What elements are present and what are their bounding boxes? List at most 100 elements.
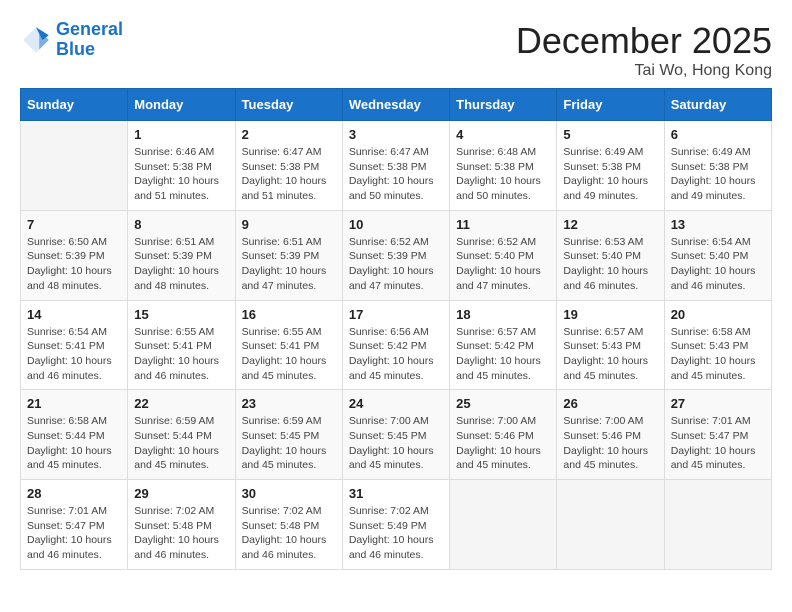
day-info: Sunrise: 6:54 AMSunset: 5:40 PMDaylight:… (671, 235, 765, 294)
calendar-cell: 28Sunrise: 7:01 AMSunset: 5:47 PMDayligh… (21, 480, 128, 570)
day-info: Sunrise: 6:46 AMSunset: 5:38 PMDaylight:… (134, 145, 228, 204)
day-number: 30 (242, 486, 336, 501)
logo-text: General Blue (56, 20, 123, 60)
day-info: Sunrise: 6:55 AMSunset: 5:41 PMDaylight:… (134, 325, 228, 384)
calendar-cell (664, 480, 771, 570)
day-info: Sunrise: 6:52 AMSunset: 5:40 PMDaylight:… (456, 235, 550, 294)
day-info: Sunrise: 6:57 AMSunset: 5:42 PMDaylight:… (456, 325, 550, 384)
calendar-cell: 5 Sunrise: 6:49 AMSunset: 5:38 PMDaylight… (557, 121, 664, 211)
day-number: 26 (563, 396, 657, 411)
calendar-body: 1 Sunrise: 6:46 AMSunset: 5:38 PMDaylight… (21, 121, 772, 570)
day-info: Sunrise: 6:51 AMSunset: 5:39 PMDaylight:… (242, 235, 336, 294)
calendar-cell: 13 Sunrise: 6:54 AMSunset: 5:40 PMDayligh… (664, 210, 771, 300)
calendar-cell: 17 Sunrise: 6:56 AMSunset: 5:42 PMDayligh… (342, 300, 449, 390)
day-info: Sunrise: 6:59 AMSunset: 5:44 PMDaylight:… (134, 414, 228, 473)
day-info: Sunrise: 7:00 AMSunset: 5:46 PMDaylight:… (456, 414, 550, 473)
day-info: Sunrise: 7:01 AMSunset: 5:47 PMDaylight:… (27, 504, 121, 563)
calendar-cell: 16 Sunrise: 6:55 AMSunset: 5:41 PMDayligh… (235, 300, 342, 390)
col-friday: Friday (557, 89, 664, 121)
day-info: Sunrise: 6:57 AMSunset: 5:43 PMDaylight:… (563, 325, 657, 384)
day-info: Sunrise: 7:02 AMSunset: 5:48 PMDaylight:… (134, 504, 228, 563)
calendar-cell (557, 480, 664, 570)
logo-icon (20, 24, 52, 56)
calendar-header: Sunday Monday Tuesday Wednesday Thursday… (21, 89, 772, 121)
calendar-cell: 11Sunrise: 6:52 AMSunset: 5:40 PMDayligh… (450, 210, 557, 300)
location-title: Tai Wo, Hong Kong (516, 62, 772, 80)
header-row: Sunday Monday Tuesday Wednesday Thursday… (21, 89, 772, 121)
calendar-cell: 20Sunrise: 6:58 AMSunset: 5:43 PMDayligh… (664, 300, 771, 390)
day-info: Sunrise: 6:54 AMSunset: 5:41 PMDaylight:… (27, 325, 121, 384)
week-row-4: 21 Sunrise: 6:58 AMSunset: 5:44 PMDayligh… (21, 390, 772, 480)
day-info: Sunrise: 6:58 AMSunset: 5:44 PMDaylight:… (27, 414, 121, 473)
day-number: 27 (671, 396, 765, 411)
calendar-cell: 19Sunrise: 6:57 AMSunset: 5:43 PMDayligh… (557, 300, 664, 390)
day-number: 13 (671, 217, 765, 232)
week-row-5: 28Sunrise: 7:01 AMSunset: 5:47 PMDayligh… (21, 480, 772, 570)
month-title: December 2025 (516, 20, 772, 62)
calendar-cell: 6Sunrise: 6:49 AMSunset: 5:38 PMDaylight… (664, 121, 771, 211)
calendar-table: Sunday Monday Tuesday Wednesday Thursday… (20, 88, 772, 570)
day-number: 4 (456, 127, 550, 142)
day-number: 2 (242, 127, 336, 142)
day-info: Sunrise: 7:00 AMSunset: 5:46 PMDaylight:… (563, 414, 657, 473)
day-info: Sunrise: 6:56 AMSunset: 5:42 PMDaylight:… (349, 325, 443, 384)
calendar-cell: 3 Sunrise: 6:47 AMSunset: 5:38 PMDaylight… (342, 121, 449, 211)
col-monday: Monday (128, 89, 235, 121)
day-number: 24 (349, 396, 443, 411)
day-number: 1 (134, 127, 228, 142)
day-info: Sunrise: 6:47 AMSunset: 5:38 PMDaylight:… (242, 145, 336, 204)
calendar-cell: 27 Sunrise: 7:01 AMSunset: 5:47 PMDayligh… (664, 390, 771, 480)
day-number: 29 (134, 486, 228, 501)
day-number: 16 (242, 307, 336, 322)
calendar-cell: 14 Sunrise: 6:54 AMSunset: 5:41 PMDayligh… (21, 300, 128, 390)
day-number: 17 (349, 307, 443, 322)
title-area: December 2025 Tai Wo, Hong Kong (516, 20, 772, 80)
calendar-cell: 2 Sunrise: 6:47 AMSunset: 5:38 PMDaylight… (235, 121, 342, 211)
day-info: Sunrise: 6:59 AMSunset: 5:45 PMDaylight:… (242, 414, 336, 473)
day-number: 21 (27, 396, 121, 411)
col-tuesday: Tuesday (235, 89, 342, 121)
calendar-cell: 31 Sunrise: 7:02 AMSunset: 5:49 PMDayligh… (342, 480, 449, 570)
calendar-cell: 9 Sunrise: 6:51 AMSunset: 5:39 PMDaylight… (235, 210, 342, 300)
calendar-cell: 23 Sunrise: 6:59 AMSunset: 5:45 PMDayligh… (235, 390, 342, 480)
col-saturday: Saturday (664, 89, 771, 121)
day-info: Sunrise: 6:53 AMSunset: 5:40 PMDaylight:… (563, 235, 657, 294)
calendar-cell: 4Sunrise: 6:48 AMSunset: 5:38 PMDaylight… (450, 121, 557, 211)
calendar-cell: 1 Sunrise: 6:46 AMSunset: 5:38 PMDaylight… (128, 121, 235, 211)
calendar-cell: 15 Sunrise: 6:55 AMSunset: 5:41 PMDayligh… (128, 300, 235, 390)
day-info: Sunrise: 6:49 AMSunset: 5:38 PMDaylight:… (671, 145, 765, 204)
day-number: 7 (27, 217, 121, 232)
col-thursday: Thursday (450, 89, 557, 121)
calendar-cell: 12Sunrise: 6:53 AMSunset: 5:40 PMDayligh… (557, 210, 664, 300)
calendar-cell: 8Sunrise: 6:51 AMSunset: 5:39 PMDaylight… (128, 210, 235, 300)
day-number: 25 (456, 396, 550, 411)
day-number: 9 (242, 217, 336, 232)
day-info: Sunrise: 7:02 AMSunset: 5:48 PMDaylight:… (242, 504, 336, 563)
logo-line2: Blue (56, 39, 95, 59)
day-info: Sunrise: 6:47 AMSunset: 5:38 PMDaylight:… (349, 145, 443, 204)
day-number: 15 (134, 307, 228, 322)
day-info: Sunrise: 6:55 AMSunset: 5:41 PMDaylight:… (242, 325, 336, 384)
day-info: Sunrise: 7:01 AMSunset: 5:47 PMDaylight:… (671, 414, 765, 473)
day-info: Sunrise: 7:02 AMSunset: 5:49 PMDaylight:… (349, 504, 443, 563)
calendar-cell: 21 Sunrise: 6:58 AMSunset: 5:44 PMDayligh… (21, 390, 128, 480)
day-info: Sunrise: 6:49 AMSunset: 5:38 PMDaylight:… (563, 145, 657, 204)
calendar-cell: 26 Sunrise: 7:00 AMSunset: 5:46 PMDayligh… (557, 390, 664, 480)
day-number: 5 (563, 127, 657, 142)
logo: General Blue (20, 20, 123, 60)
day-number: 31 (349, 486, 443, 501)
calendar-cell (21, 121, 128, 211)
day-number: 23 (242, 396, 336, 411)
header: General Blue December 2025 Tai Wo, Hong … (20, 20, 772, 80)
calendar-cell: 7 Sunrise: 6:50 AMSunset: 5:39 PMDaylight… (21, 210, 128, 300)
day-info: Sunrise: 7:00 AMSunset: 5:45 PMDaylight:… (349, 414, 443, 473)
week-row-3: 14 Sunrise: 6:54 AMSunset: 5:41 PMDayligh… (21, 300, 772, 390)
day-number: 14 (27, 307, 121, 322)
day-number: 18 (456, 307, 550, 322)
day-info: Sunrise: 6:50 AMSunset: 5:39 PMDaylight:… (27, 235, 121, 294)
week-row-2: 7 Sunrise: 6:50 AMSunset: 5:39 PMDaylight… (21, 210, 772, 300)
col-sunday: Sunday (21, 89, 128, 121)
day-number: 3 (349, 127, 443, 142)
calendar-cell: 29 Sunrise: 7:02 AMSunset: 5:48 PMDayligh… (128, 480, 235, 570)
day-number: 22 (134, 396, 228, 411)
